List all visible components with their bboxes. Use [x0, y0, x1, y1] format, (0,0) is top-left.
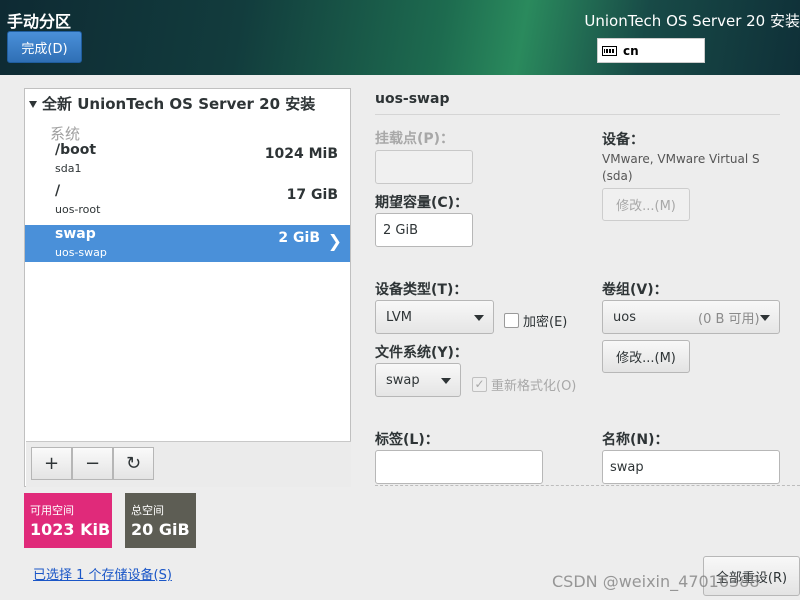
partition-name: /boot	[55, 142, 97, 158]
volume-modify-button[interactable]: 修改...(M)	[602, 340, 690, 373]
capacity-input[interactable]: 2 GiB	[375, 213, 473, 247]
header-bar: 手动分区 完成(D) UnionTech OS Server 20 安装 cn	[0, 0, 800, 75]
keyboard-layout-label: cn	[623, 43, 639, 58]
mount-point-input[interactable]	[375, 150, 473, 184]
filesystem-value: swap	[386, 372, 420, 388]
filesystem-label: 文件系统(Y)：	[375, 345, 468, 361]
partition-size: 2 GiB	[278, 230, 320, 246]
device-type-value: LVM	[386, 309, 412, 325]
device-type-select[interactable]: LVM	[375, 300, 494, 334]
chevron-down-icon	[760, 315, 770, 321]
partition-device: uos-root	[55, 203, 101, 216]
partition-item-root[interactable]: / uos-root 17 GiB	[25, 182, 350, 219]
total-space-label: 总空间	[131, 504, 164, 517]
device-modify-button[interactable]: 修改...(M)	[602, 188, 690, 221]
name-field-label: 名称(N)：	[602, 432, 669, 448]
partition-item-boot[interactable]: /boot sda1 1024 MiB	[25, 141, 350, 178]
chevron-right-icon: ❯	[327, 232, 342, 252]
available-space-label: 可用空间	[30, 504, 74, 517]
page-title: 手动分区	[7, 12, 72, 31]
refresh-icon: ↻	[125, 453, 142, 474]
filesystem-select[interactable]: swap	[375, 363, 461, 397]
checkbox-box	[504, 313, 519, 328]
refresh-button[interactable]: ↻	[113, 447, 154, 480]
partition-device: sda1	[55, 162, 82, 175]
volume-group-free: (0 B 可用)	[698, 311, 760, 327]
remove-partition-button[interactable]: −	[72, 447, 113, 480]
product-title: UnionTech OS Server 20 安装	[584, 12, 800, 30]
partition-tree-panel: 全新 UnionTech OS Server 20 安装 系统 /boot sd…	[24, 88, 351, 487]
install-title-label: 全新 UnionTech OS Server 20 安装	[42, 95, 316, 113]
available-space-box: 可用空间 1023 KiB	[24, 493, 112, 548]
keyboard-layout-indicator[interactable]: cn	[597, 38, 705, 63]
total-space-box: 总空间 20 GiB	[125, 493, 196, 548]
device-description: VMware, VMware Virtual S (sda)	[602, 152, 760, 183]
volume-group-label: 卷组(V)：	[602, 282, 668, 298]
partition-item-swap[interactable]: swap uos-swap 2 GiB ❯	[25, 225, 350, 262]
label-input[interactable]	[375, 450, 543, 484]
reformat-label: 重新格式化(O)	[491, 379, 577, 394]
checkmark-icon: ✓	[472, 377, 487, 392]
label-field-label: 标签(L)：	[375, 432, 439, 448]
total-space-value: 20 GiB	[131, 520, 190, 539]
name-input[interactable]: swap	[602, 450, 780, 484]
encrypt-checkbox[interactable]: 加密(E)	[504, 311, 567, 330]
partition-toolbar: + − ↻	[26, 441, 351, 487]
divider	[375, 114, 780, 115]
watermark: CSDN @weixin_47016388	[552, 572, 760, 591]
reformat-checkbox[interactable]: ✓ 重新格式化(O)	[472, 375, 576, 394]
partition-size: 17 GiB	[286, 187, 338, 203]
add-partition-button[interactable]: +	[31, 447, 72, 480]
divider	[375, 485, 800, 486]
partition-device: uos-swap	[55, 246, 107, 259]
minus-icon: −	[84, 453, 101, 474]
capacity-label: 期望容量(C)：	[375, 195, 469, 211]
plus-icon: +	[43, 453, 60, 474]
volume-group-select[interactable]: uos (0 B 可用)	[602, 300, 780, 334]
available-space-value: 1023 KiB	[30, 520, 111, 539]
partition-size: 1024 MiB	[264, 146, 338, 162]
device-label: 设备：	[602, 132, 644, 148]
expand-arrow-icon	[29, 101, 37, 108]
done-button[interactable]: 完成(D)	[7, 31, 82, 63]
encrypt-label: 加密(E)	[523, 315, 568, 330]
mount-point-label: 挂载点(P)：	[375, 131, 455, 147]
detail-title: uos-swap	[375, 91, 450, 107]
install-section-header[interactable]: 全新 UnionTech OS Server 20 安装	[29, 93, 315, 114]
keyboard-icon	[602, 45, 617, 56]
partition-name: /	[55, 183, 61, 199]
chevron-down-icon	[441, 378, 451, 384]
storage-devices-link[interactable]: 已选择 1 个存储设备(S)	[33, 564, 172, 583]
partition-name: swap	[55, 226, 96, 242]
device-type-label: 设备类型(T)：	[375, 282, 468, 298]
chevron-down-icon	[474, 315, 484, 321]
volume-group-value: uos	[613, 309, 636, 325]
